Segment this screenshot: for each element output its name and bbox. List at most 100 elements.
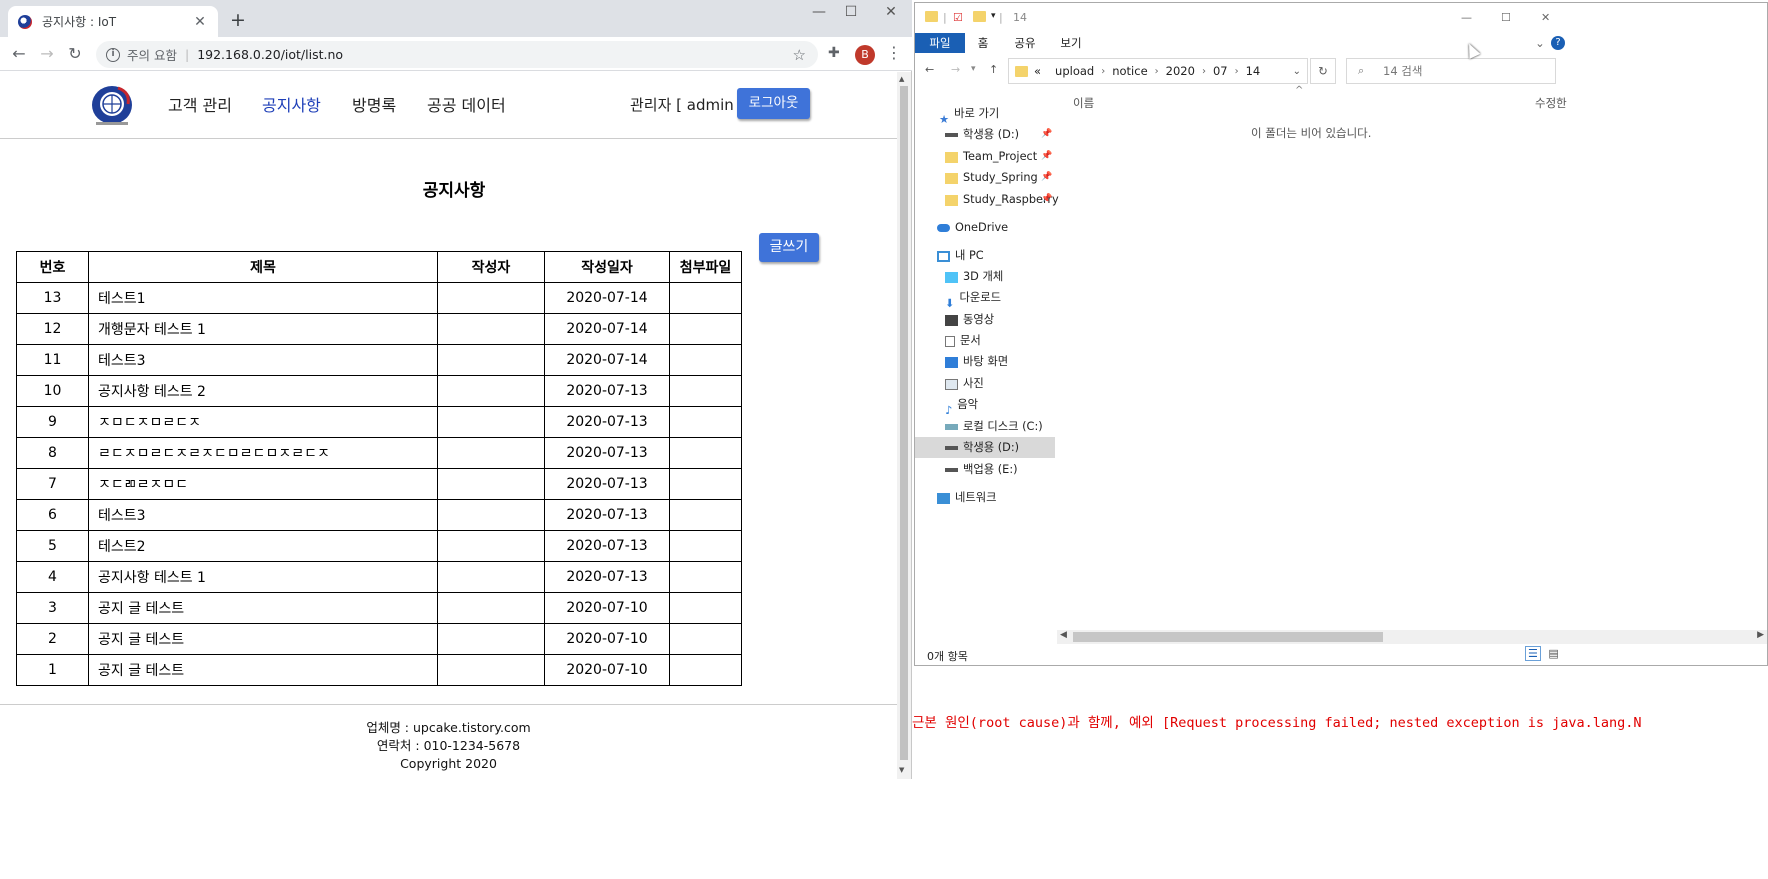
scroll-left-icon[interactable]: ◀ <box>1060 630 1067 640</box>
cell-title[interactable]: 공지사항 테스트 1 <box>88 561 438 593</box>
explorer-back-icon[interactable]: ← <box>925 63 934 76</box>
nav-backup-drive-e[interactable]: 백업용 (E:) <box>915 459 1055 480</box>
horizontal-scroll-thumb[interactable] <box>1073 632 1383 642</box>
table-row[interactable]: 6 테스트3 2020-07-13 <box>16 499 742 531</box>
pin-icon[interactable]: 📌 <box>1041 124 1052 145</box>
scroll-up-icon[interactable]: ▲ <box>899 75 904 83</box>
bookmark-star-icon[interactable]: ☆ <box>793 46 806 64</box>
cell-title[interactable]: 테스트3 <box>88 499 438 531</box>
table-row[interactable]: 4 공지사항 테스트 1 2020-07-13 <box>16 561 742 593</box>
scrollbar-thumb[interactable] <box>900 86 908 760</box>
nav-study-spring[interactable]: Study_Spring 📌 <box>915 167 1055 188</box>
large-icons-view-icon[interactable]: ▤ <box>1548 647 1558 660</box>
scroll-right-icon[interactable]: ▶ <box>1757 630 1764 640</box>
nav-guestbook[interactable]: 방명록 <box>352 92 396 116</box>
column-header-modified[interactable]: 수정한 <box>1535 95 1567 111</box>
table-row[interactable]: 3 공지 글 테스트 2020-07-10 <box>16 592 742 624</box>
pin-icon[interactable]: 📌 <box>1041 167 1052 188</box>
table-row[interactable]: 8 ㄹㄷㅈㅁㄹㄷㅈㄹㅈㄷㅁㄹㄷㅁㅈㄹㄷㅈ 2020-07-13 <box>16 437 742 469</box>
explorer-close-button[interactable]: ✕ <box>1541 11 1550 24</box>
table-row[interactable]: 11 테스트3 2020-07-14 <box>16 344 742 376</box>
forward-icon[interactable]: → <box>35 42 59 66</box>
cell-title[interactable]: 개행문자 테스트 1 <box>88 313 438 345</box>
ribbon-expand-icon[interactable]: ⌄ <box>1533 33 1547 53</box>
nav-network[interactable]: 네트워크 <box>915 487 1055 508</box>
up-folder-icon[interactable]: ↑ <box>989 63 998 76</box>
cell-title[interactable]: ㄹㄷㅈㅁㄹㄷㅈㄹㅈㄷㅁㄹㄷㅁㅈㄹㄷㅈ <box>88 437 438 469</box>
nav-music[interactable]: ♪ 음악 <box>915 394 1055 417</box>
nav-quick-access[interactable]: ★ 바로 가기 <box>915 103 1055 126</box>
write-button[interactable]: 글쓰기 <box>759 233 819 262</box>
ribbon-tab-file[interactable]: 파일 <box>915 33 965 53</box>
explorer-minimize-button[interactable]: — <box>1461 11 1472 24</box>
cell-title[interactable]: ㅈㄷㄻㄹㅈㅁㄷ <box>88 468 438 500</box>
cell-title[interactable]: ㅈㅁㄷㅈㅁㄹㄷㅈ <box>88 406 438 438</box>
nav-pictures[interactable]: 사진 <box>915 373 1055 394</box>
ribbon-tab-home[interactable]: 홈 <box>973 33 993 53</box>
breadcrumb-upload[interactable]: upload <box>1055 64 1094 78</box>
explorer-maximize-button[interactable]: ☐ <box>1501 11 1511 24</box>
breadcrumb-07[interactable]: 07 <box>1213 64 1228 78</box>
logout-button[interactable]: 로그아웃 <box>737 88 810 119</box>
breadcrumb-14[interactable]: 14 <box>1246 64 1261 78</box>
nav-desktop[interactable]: 바탕 화면 <box>915 351 1055 372</box>
recent-locations-icon[interactable]: ▾ <box>971 64 976 74</box>
explorer-address-bar[interactable]: « upload › notice › 2020 › 07 › 14 ⌄ <box>1008 58 1308 84</box>
nav-onedrive[interactable]: OneDrive <box>915 217 1055 238</box>
nav-study-raspberry[interactable]: Study_Raspberry 📌 <box>915 189 1059 210</box>
explorer-horizontal-scrollbar[interactable]: ◀ ▶ <box>1057 630 1767 644</box>
cell-title[interactable]: 테스트3 <box>88 344 438 376</box>
nav-student-drive-pinned[interactable]: 학생용 (D:) 📌 <box>915 124 1055 145</box>
cell-title[interactable]: 공지사항 테스트 2 <box>88 375 438 407</box>
minimize-button[interactable]: — <box>804 4 834 20</box>
nav-documents[interactable]: 문서 <box>915 330 1055 351</box>
explorer-forward-icon[interactable]: → <box>951 63 960 76</box>
nav-3d-objects[interactable]: 3D 개체 <box>915 266 1055 287</box>
close-button[interactable]: ✕ <box>876 4 906 20</box>
address-bar[interactable]: i 주의 요함 | 192.168.0.20/iot/list.no ☆ <box>96 41 818 68</box>
back-icon[interactable]: ← <box>7 42 31 66</box>
nav-this-pc[interactable]: 내 PC <box>915 245 1055 266</box>
reload-icon[interactable]: ↻ <box>63 42 87 66</box>
table-row[interactable]: 9 ㅈㅁㄷㅈㅁㄹㄷㅈ 2020-07-13 <box>16 406 742 438</box>
tab-close-icon[interactable]: ✕ <box>192 14 208 30</box>
cell-title[interactable]: 공지 글 테스트 <box>88 623 438 655</box>
table-row[interactable]: 7 ㅈㄷㄻㄹㅈㅁㄷ 2020-07-13 <box>16 468 742 500</box>
info-icon[interactable]: i <box>106 47 120 62</box>
nav-customer-management[interactable]: 고객 관리 <box>168 92 232 116</box>
table-row[interactable]: 1 공지 글 테스트 2020-07-10 <box>16 654 742 686</box>
nav-downloads[interactable]: ⬇ 다운로드 <box>915 287 1055 310</box>
cell-title[interactable]: 공지 글 테스트 <box>88 654 438 686</box>
table-row[interactable]: 13 테스트1 2020-07-14 <box>16 282 742 314</box>
page-scrollbar[interactable]: ▲ ▼ <box>897 72 911 779</box>
cell-title[interactable]: 공지 글 테스트 <box>88 592 438 624</box>
extensions-puzzle-icon[interactable]: ✚ <box>828 45 840 61</box>
nav-public-data[interactable]: 공공 데이터 <box>427 92 506 116</box>
column-header-name[interactable]: 이름 <box>1073 95 1094 111</box>
help-icon[interactable]: ? <box>1551 36 1565 50</box>
explorer-search-input[interactable]: 14 검색 <box>1346 58 1556 84</box>
pin-icon[interactable]: 📌 <box>1041 146 1052 167</box>
properties-icon[interactable]: ☑ <box>953 11 963 24</box>
new-tab-button[interactable]: + <box>230 9 246 31</box>
new-folder-icon[interactable] <box>973 11 986 25</box>
pin-icon[interactable]: 📌 <box>1041 189 1052 210</box>
browser-tab[interactable]: 공지사항 : IoT ✕ <box>8 6 218 37</box>
profile-avatar[interactable]: B <box>855 45 875 65</box>
url-text[interactable]: 192.168.0.20/iot/list.no <box>197 47 792 62</box>
breadcrumb-2020[interactable]: 2020 <box>1166 64 1195 78</box>
nav-student-drive-d[interactable]: 학생용 (D:) <box>915 437 1055 458</box>
maximize-button[interactable]: ☐ <box>836 4 866 20</box>
table-row[interactable]: 10 공지사항 테스트 2 2020-07-13 <box>16 375 742 407</box>
browser-menu-icon[interactable]: ⋮ <box>886 43 902 62</box>
table-row[interactable]: 5 테스트2 2020-07-13 <box>16 530 742 562</box>
quick-access-dropdown-icon[interactable]: ▾ <box>991 11 996 21</box>
site-logo[interactable] <box>88 82 136 130</box>
nav-local-disk-c[interactable]: 로컬 디스크 (C:) <box>915 416 1055 437</box>
explorer-refresh-icon[interactable]: ↻ <box>1310 58 1336 84</box>
address-dropdown-icon[interactable]: ⌄ <box>1293 66 1301 77</box>
nav-videos[interactable]: 동영상 <box>915 309 1055 330</box>
details-view-icon[interactable]: ☰ <box>1525 646 1541 661</box>
table-row[interactable]: 12 개행문자 테스트 1 2020-07-14 <box>16 313 742 345</box>
cell-title[interactable]: 테스트1 <box>88 282 438 314</box>
